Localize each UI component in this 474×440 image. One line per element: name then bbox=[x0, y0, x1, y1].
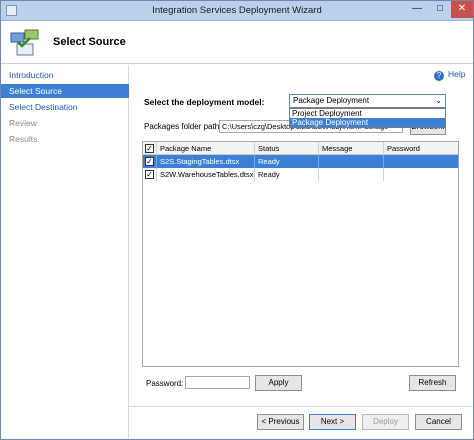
message-cell bbox=[319, 155, 384, 168]
status-cell: Ready bbox=[255, 155, 319, 168]
option-package-deployment[interactable]: Package Deployment bbox=[290, 118, 445, 127]
footer-divider bbox=[129, 406, 473, 407]
row-checkbox[interactable]: ✓ bbox=[143, 168, 157, 181]
password-input[interactable] bbox=[185, 376, 250, 389]
column-header-package-name[interactable]: Package Name bbox=[157, 142, 255, 155]
apply-button[interactable]: Apply bbox=[255, 375, 302, 391]
column-header-message[interactable]: Message bbox=[319, 142, 384, 155]
help-label: Help bbox=[448, 69, 466, 79]
select-all-checkbox[interactable]: ✓ bbox=[143, 142, 157, 155]
wizard-icon bbox=[10, 29, 39, 56]
package-name-cell: S2S.StagingTables.dtsx bbox=[157, 155, 255, 168]
option-project-deployment[interactable]: Project Deployment bbox=[290, 109, 445, 118]
wizard-nav: Introduction Select Source Select Destin… bbox=[1, 65, 129, 439]
status-cell: Ready bbox=[255, 168, 319, 181]
table-row[interactable]: ✓ S2W.WarehouseTables.dtsx Ready bbox=[143, 168, 458, 181]
next-button[interactable]: Next > bbox=[309, 414, 356, 430]
grid-header-row: ✓ Package Name Status Message Password bbox=[143, 142, 458, 155]
nav-item-introduction[interactable]: Introduction bbox=[1, 68, 129, 82]
table-row[interactable]: ✓ S2S.StagingTables.dtsx Ready bbox=[143, 155, 458, 168]
password-cell[interactable] bbox=[384, 168, 458, 181]
chevron-down-icon: ⌄ bbox=[435, 96, 442, 105]
column-header-status[interactable]: Status bbox=[255, 142, 319, 155]
nav-item-results: Results bbox=[9, 134, 38, 144]
message-cell bbox=[319, 168, 384, 181]
nav-item-select-destination[interactable]: Select Destination bbox=[1, 100, 129, 114]
package-name-cell: S2W.WarehouseTables.dtsx bbox=[157, 168, 255, 181]
help-icon: ? bbox=[434, 71, 444, 81]
help-link[interactable]: ? Help bbox=[434, 69, 465, 81]
deploy-button: Deploy bbox=[362, 414, 409, 430]
page-title: Select Source bbox=[53, 36, 126, 48]
title-bar: Integration Services Deployment Wizard —… bbox=[1, 1, 473, 21]
cancel-button[interactable]: Cancel bbox=[415, 414, 462, 430]
wizard-window: Integration Services Deployment Wizard —… bbox=[0, 0, 474, 440]
window-title: Integration Services Deployment Wizard bbox=[152, 5, 322, 16]
close-button[interactable]: ✕ bbox=[451, 1, 473, 18]
page-header: Select Source bbox=[1, 22, 473, 64]
deployment-model-value: Package Deployment bbox=[293, 96, 370, 105]
row-checkbox[interactable]: ✓ bbox=[143, 155, 157, 168]
deployment-model-select[interactable]: Package Deployment ⌄ bbox=[289, 94, 446, 108]
packages-grid: ✓ Package Name Status Message Password ✓… bbox=[142, 141, 459, 367]
nav-item-review: Review bbox=[9, 118, 37, 128]
previous-button[interactable]: < Previous bbox=[257, 414, 304, 430]
password-label: Password: bbox=[146, 379, 184, 388]
minimize-button[interactable]: — bbox=[405, 1, 429, 18]
nav-item-select-source[interactable]: Select Source bbox=[1, 84, 129, 98]
packages-folder-label: Packages folder path: bbox=[144, 122, 222, 131]
maximize-button[interactable]: □ bbox=[429, 1, 451, 18]
refresh-button[interactable]: Refresh bbox=[409, 375, 456, 391]
password-cell[interactable] bbox=[384, 155, 458, 168]
deployment-model-label: Select the deployment model: bbox=[144, 97, 265, 107]
column-header-password[interactable]: Password bbox=[384, 142, 458, 155]
deployment-model-dropdown: Project Deployment Package Deployment bbox=[289, 108, 446, 128]
